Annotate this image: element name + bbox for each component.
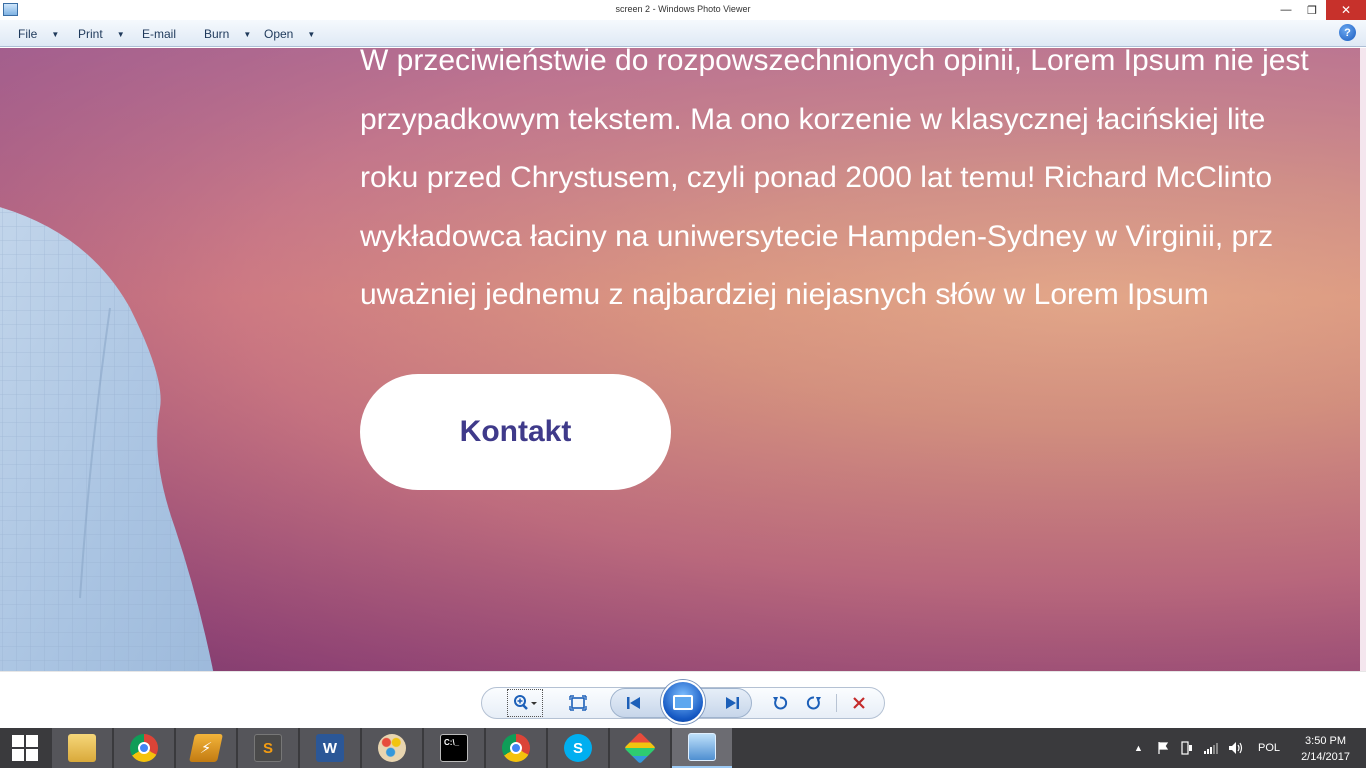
play-slideshow-button[interactable]	[661, 680, 705, 724]
speaker-icon	[1229, 742, 1243, 754]
terminal-icon: C:\_	[440, 734, 468, 762]
separator	[836, 694, 837, 712]
rotate-counterclockwise-button[interactable]	[766, 689, 794, 717]
menu-email[interactable]: E-mail	[142, 27, 176, 41]
lightning-icon: ⚡	[189, 734, 223, 762]
menu-bar: File ▼ Print ▼ E-mail Burn ▼ Open ▼ ?	[0, 20, 1366, 47]
volume-control[interactable]	[1228, 728, 1244, 768]
fit-to-window-icon	[569, 695, 587, 711]
delete-button[interactable]	[845, 689, 873, 717]
paragraph-line: uważniej jednemu z najbardziej niejasnyc…	[360, 278, 1209, 311]
windows-logo-icon	[12, 735, 38, 761]
word-icon: W	[316, 734, 344, 762]
language-indicator[interactable]: POL	[1258, 728, 1280, 768]
close-button[interactable]: ✕	[1326, 0, 1366, 20]
menu-burn[interactable]: Burn ▼	[204, 27, 251, 41]
git-icon	[624, 732, 656, 764]
menu-print-label: Print	[78, 27, 103, 41]
taskbar: ⚡ S W C:\_ S ▲ POL 3:50 PM 2/14/2017	[0, 728, 1366, 768]
chevron-down-icon: ▼	[243, 29, 252, 39]
taskbar-chrome-2[interactable]	[486, 728, 546, 768]
clock-time: 3:50 PM	[1305, 735, 1347, 747]
taskbar-chrome[interactable]	[114, 728, 174, 768]
skype-icon: S	[564, 734, 592, 762]
chevron-down-icon: ▼	[51, 29, 60, 39]
paragraph-line: roku przed Chrystusem, czyli ponad 2000 …	[360, 161, 1273, 194]
chevron-down-icon: ▼	[116, 29, 125, 39]
help-icon[interactable]: ?	[1339, 24, 1356, 41]
window-title: screen 2 - Windows Photo Viewer	[615, 4, 751, 14]
delete-icon	[853, 697, 865, 709]
taskbar-winamp[interactable]: ⚡	[176, 728, 236, 768]
system-clock[interactable]: 3:50 PM 2/14/2017	[1301, 733, 1350, 765]
taskbar-photo-viewer[interactable]	[672, 728, 732, 768]
taskbar-sublime-text[interactable]: S	[238, 728, 298, 768]
taskbar-paint[interactable]	[362, 728, 422, 768]
kontakt-button-image: Kontakt	[360, 374, 671, 490]
zoom-icon	[514, 695, 537, 710]
body-paragraph: W przeciwieństwie do rozpowszechnionych …	[360, 48, 1366, 325]
previous-icon	[627, 697, 640, 709]
menu-file-label: File	[18, 27, 38, 41]
paint-palette-icon	[378, 734, 406, 762]
battery-icon	[1181, 741, 1192, 755]
clock-date: 2/14/2017	[1301, 751, 1350, 763]
paragraph-line: przypadkowym tekstem. Ma ono korzenie w …	[360, 102, 1266, 136]
menu-open-label: Open	[264, 27, 294, 41]
taskbar-command-prompt[interactable]: C:\_	[424, 728, 484, 768]
menu-file[interactable]: File ▼	[18, 27, 59, 41]
taskbar-file-explorer[interactable]	[52, 728, 112, 768]
signal-icon	[1204, 743, 1218, 754]
chevron-up-icon: ▲	[1134, 743, 1143, 753]
taskbar-skype[interactable]: S	[548, 728, 608, 768]
action-center-flag[interactable]	[1156, 728, 1170, 768]
rotate-clockwise-icon	[806, 696, 821, 710]
menu-open[interactable]: Open ▼	[264, 27, 315, 41]
next-icon	[726, 697, 739, 709]
actual-size-button[interactable]	[564, 689, 592, 717]
start-button[interactable]	[0, 728, 50, 768]
menu-burn-label: Burn	[204, 27, 230, 41]
menu-email-label: E-mail	[142, 27, 177, 41]
minimize-button[interactable]: —	[1272, 0, 1300, 20]
next-button[interactable]	[718, 689, 746, 717]
slideshow-icon	[673, 694, 693, 710]
menu-print[interactable]: Print ▼	[78, 27, 125, 41]
restore-button[interactable]: ❐	[1298, 0, 1326, 20]
taskbar-git[interactable]	[610, 728, 670, 768]
title-bar: screen 2 - Windows Photo Viewer — ❐ ✕	[0, 0, 1366, 20]
photo-viewer-icon	[688, 733, 716, 761]
power-status[interactable]	[1180, 728, 1194, 768]
network-status[interactable]	[1203, 728, 1219, 768]
taskbar-word[interactable]: W	[300, 728, 360, 768]
chevron-down-icon: ▼	[307, 29, 316, 39]
folder-icon	[68, 734, 96, 762]
chrome-icon	[130, 734, 158, 762]
rotate-clockwise-button[interactable]	[800, 689, 828, 717]
viewer-control-bar	[0, 671, 1366, 728]
show-hidden-icons[interactable]: ▲	[1134, 728, 1143, 768]
person-shirt-image	[0, 207, 214, 671]
image-canvas: W przeciwieństwie do rozpowszechnionych …	[0, 48, 1366, 671]
rotate-counterclockwise-icon	[773, 696, 788, 710]
paragraph-line: W przeciwieństwie do rozpowszechnionych …	[360, 48, 1309, 77]
paragraph-line: wykładowca łaciny na uniwersytecie Hampd…	[360, 219, 1274, 253]
sublime-text-icon: S	[254, 734, 282, 762]
image-edge	[1360, 48, 1366, 671]
chrome-icon	[502, 734, 530, 762]
zoom-button[interactable]	[507, 689, 543, 717]
flag-icon	[1158, 742, 1169, 754]
previous-button[interactable]	[620, 689, 648, 717]
